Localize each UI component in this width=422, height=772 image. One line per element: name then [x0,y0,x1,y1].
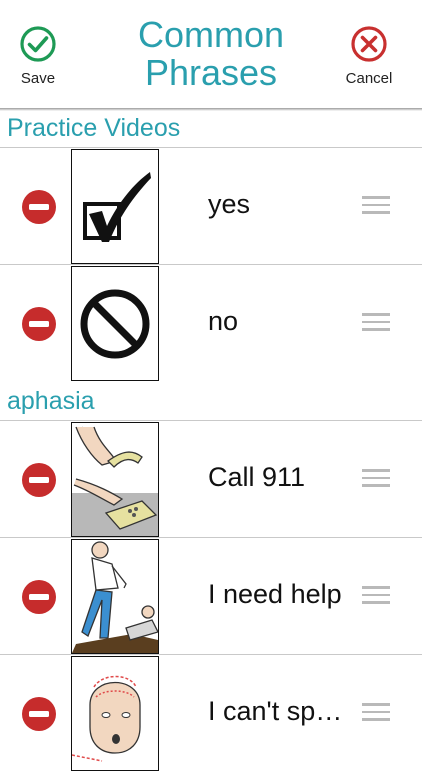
delete-icon[interactable] [21,462,57,498]
checkmark-box-image [71,149,159,264]
check-circle-icon [20,26,56,62]
list-item[interactable]: Call 911 [0,421,422,538]
page-title: Common Phrases [100,16,322,92]
delete-icon[interactable] [21,579,57,615]
delete-icon[interactable] [21,696,57,732]
phrase-label: yes [208,189,251,219]
delete-icon[interactable] [21,306,57,342]
phrase-label: I need help [208,579,342,609]
phrase-label: Call 911 [208,462,306,492]
drag-handle-icon[interactable] [362,469,390,489]
head-scrambled-words-image [71,656,159,771]
drag-handle-icon[interactable] [362,703,390,723]
page-title-line1: Common [137,14,285,55]
list-item[interactable]: no [0,265,422,382]
section-header-aphasia: aphasia [0,385,422,421]
section-title: Practice Videos [7,114,181,142]
cancel-label: Cancel [345,70,393,87]
drag-handle-icon[interactable] [362,586,390,606]
section-header-practice-videos: Practice Videos [0,112,422,148]
section-title: aphasia [7,387,95,415]
person-helping-image [71,539,159,654]
nav-header: Save Common Phrases Cancel [0,0,422,108]
phrase-label: I can't sp… [208,696,343,726]
page-title-line2: Phrases [144,52,278,93]
save-button[interactable]: Save [3,25,73,87]
x-circle-icon [351,26,387,62]
list-item[interactable]: I can't sp… [0,655,422,772]
drag-handle-icon[interactable] [362,196,390,216]
no-symbol-image [71,266,159,381]
delete-icon[interactable] [21,189,57,225]
phrase-label: no [208,306,239,336]
list-item[interactable]: yes [0,148,422,265]
cancel-button[interactable]: Cancel [334,25,404,87]
header-divider [0,108,422,111]
phone-dial-image [71,422,159,537]
drag-handle-icon[interactable] [362,313,390,333]
list-item[interactable]: I need help [0,538,422,655]
save-label: Save [20,70,56,87]
